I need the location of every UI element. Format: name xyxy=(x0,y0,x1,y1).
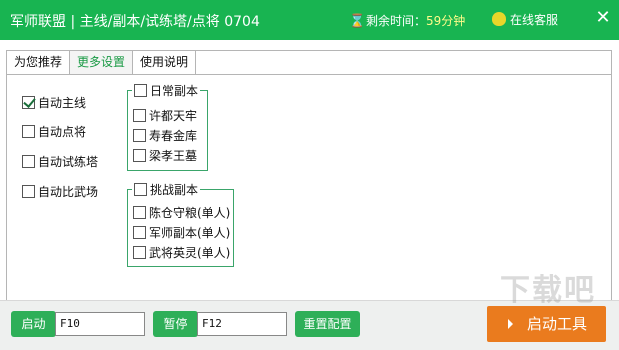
option-auto-mainline[interactable]: 自动主线 xyxy=(22,94,86,111)
option-auto-arena[interactable]: 自动比武场 xyxy=(22,183,98,200)
remaining-time-label: 剩余时间： xyxy=(366,14,427,28)
checkbox[interactable] xyxy=(22,125,35,138)
reset-config-button[interactable]: 重置配置 xyxy=(295,311,360,337)
checkbox[interactable] xyxy=(133,109,146,122)
checkbox[interactable] xyxy=(22,185,35,198)
tab-more-settings[interactable]: 更多设置 xyxy=(69,50,134,74)
checkbox[interactable] xyxy=(133,226,146,239)
online-service-label: 在线客服 xyxy=(510,13,559,27)
play-arrow-icon xyxy=(508,319,513,329)
tab-instructions[interactable]: 使用说明 xyxy=(132,50,197,74)
tab-bar: 为您推荐 更多设置 使用说明 xyxy=(6,50,197,74)
challenge-dungeon-toggle[interactable]: 挑战副本 xyxy=(132,181,201,198)
challenge-dungeon-group: 挑战副本 陈仓守粮(单人) 军师副本(单人) 武将英灵(单人) xyxy=(127,181,234,267)
item-label: 陈仓守粮(单人) xyxy=(149,206,231,220)
challenge-item[interactable]: 军师副本(单人) xyxy=(133,224,230,241)
option-label: 自动比武场 xyxy=(38,185,99,199)
daily-item[interactable]: 梁孝王墓 xyxy=(133,147,197,164)
tab-recommended[interactable]: 为您推荐 xyxy=(6,50,71,74)
item-label: 武将英灵(单人) xyxy=(149,246,231,260)
challenge-item[interactable]: 武将英灵(单人) xyxy=(133,244,230,261)
item-label: 军师副本(单人) xyxy=(149,226,231,240)
hourglass-icon: ⌛ xyxy=(349,14,366,29)
daily-dungeon-group: 日常副本 许都天牢 寿春金库 梁孝王墓 xyxy=(127,82,208,171)
pause-hotkey-label: 暂停 xyxy=(153,311,198,337)
daily-item[interactable]: 寿春金库 xyxy=(133,127,197,144)
option-auto-trial-tower[interactable]: 自动试练塔 xyxy=(22,153,98,170)
item-label: 梁孝王墓 xyxy=(149,149,198,163)
close-icon[interactable]: ✕ xyxy=(592,6,614,30)
qq-icon xyxy=(492,12,506,26)
tab-divider xyxy=(6,74,612,75)
checkbox[interactable] xyxy=(133,206,146,219)
checkbox[interactable] xyxy=(133,129,146,142)
option-label: 自动点将 xyxy=(38,125,87,139)
group-title: 日常副本 xyxy=(150,84,199,98)
start-tool-label: 启动工具 xyxy=(527,315,588,333)
option-label: 自动主线 xyxy=(38,96,87,110)
checkbox[interactable] xyxy=(22,155,35,168)
remaining-time: ⌛剩余时间：59分钟 xyxy=(349,12,465,29)
start-hotkey-label: 启动 xyxy=(11,311,56,337)
checkbox[interactable] xyxy=(134,183,147,196)
challenge-item[interactable]: 陈仓守粮(单人) xyxy=(133,204,230,221)
group-title: 挑战副本 xyxy=(150,183,199,197)
start-hotkey-input[interactable]: F10 xyxy=(55,312,145,336)
daily-dungeon-toggle[interactable]: 日常副本 xyxy=(132,82,201,99)
title-bar: 军师联盟 | 主线/副本/试练塔/点将 0704 ⌛剩余时间：59分钟 在线客服… xyxy=(0,0,619,40)
watermark: 下载吧 xyxy=(500,273,596,308)
daily-item[interactable]: 许都天牢 xyxy=(133,107,197,124)
start-tool-button[interactable]: 启动工具 xyxy=(487,306,606,342)
pause-hotkey-input[interactable]: F12 xyxy=(197,312,287,336)
checkbox[interactable] xyxy=(134,84,147,97)
online-service-link[interactable]: 在线客服 xyxy=(492,11,558,28)
app-title: 军师联盟 | 主线/副本/试练塔/点将 0704 xyxy=(10,14,260,30)
checkbox[interactable] xyxy=(133,149,146,162)
checkbox[interactable] xyxy=(133,246,146,259)
option-label: 自动试练塔 xyxy=(38,155,99,169)
item-label: 许都天牢 xyxy=(149,109,198,123)
remaining-time-value: 59分钟 xyxy=(426,14,466,28)
option-auto-general[interactable]: 自动点将 xyxy=(22,123,86,140)
checkbox-checked[interactable] xyxy=(22,96,35,109)
item-label: 寿春金库 xyxy=(149,129,198,143)
